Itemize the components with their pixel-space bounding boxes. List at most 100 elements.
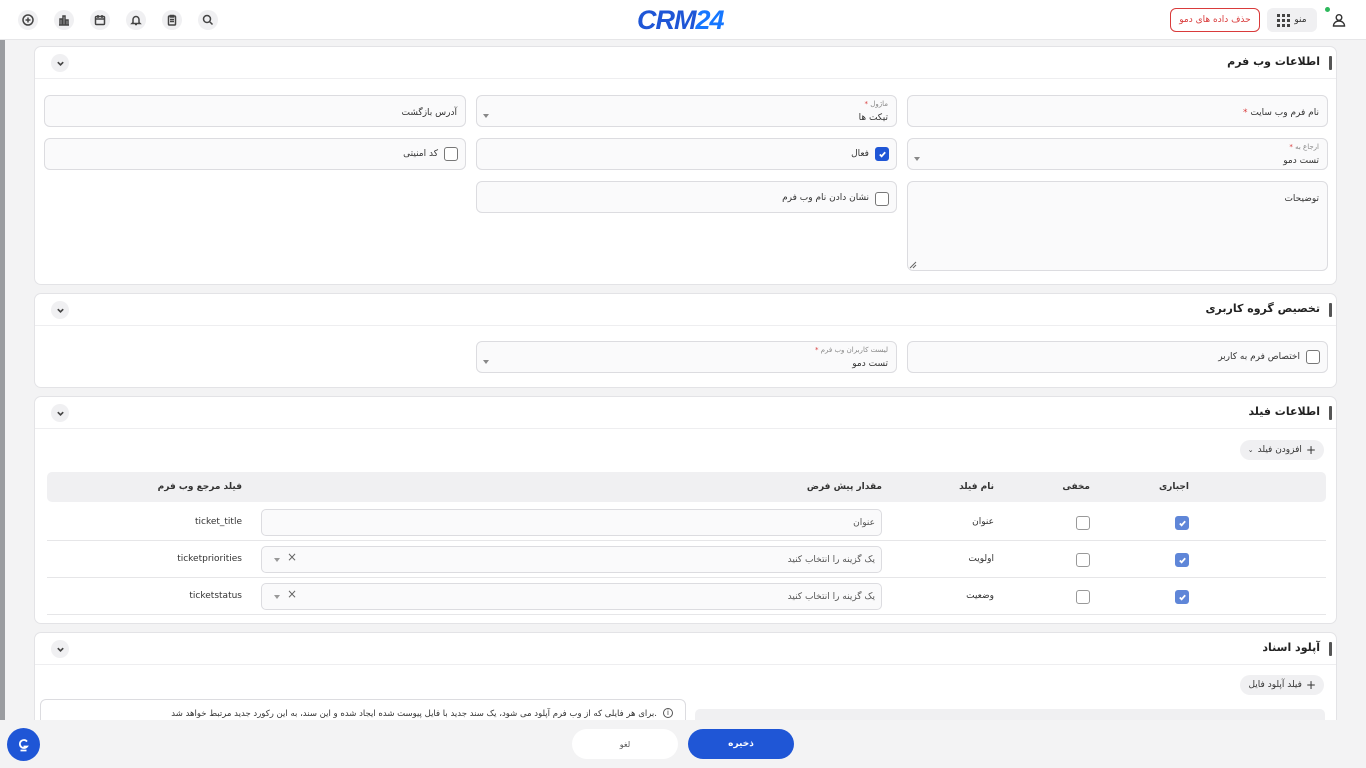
save-button[interactable]: ذخیره: [688, 729, 794, 759]
table-row: اولویت یک گزینه را انتخاب کنید × ticketp…: [47, 541, 1326, 578]
grid-icon: [1277, 13, 1291, 27]
chevron-down-icon: ⌄: [1247, 446, 1254, 454]
app-logo: CRM24: [637, 5, 725, 36]
caret-down-icon: [274, 595, 280, 599]
assign-form-label: اختصاص فرم به کاربر: [1218, 352, 1300, 362]
chevron-down-icon[interactable]: [51, 640, 69, 658]
chevron-down-icon[interactable]: [51, 404, 69, 422]
default-value-text: یک گزینه را انتخاب کنید: [787, 592, 875, 602]
caret-down-icon: [274, 558, 280, 562]
table-row: عنوان عنوان ticket_title: [47, 504, 1326, 541]
users-list-label: * لیست کاربران وب فرم: [814, 346, 888, 354]
active-checkbox[interactable]: [875, 147, 889, 161]
default-value-text: یک گزینه را انتخاب کنید: [787, 555, 875, 565]
assign-to-value: تست دمو: [1283, 156, 1319, 166]
active-field: فعال: [476, 138, 897, 170]
add-upload-field-button[interactable]: فیلد آپلود فایل +: [1240, 675, 1324, 695]
table-row: وضعیت یک گزینه را انتخاب کنید × ticketst…: [47, 578, 1326, 615]
chat-logo-icon: [18, 738, 29, 751]
required-checkbox[interactable]: [1175, 516, 1189, 530]
webform-info-header: اطلاعات وب فرم: [35, 47, 1336, 79]
plus-icon: +: [1305, 678, 1316, 692]
col-default-value: مقدار پیش فرض: [806, 482, 882, 492]
users-list-label-text: لیست کاربران وب فرم: [820, 346, 888, 354]
description-label: توضیحات: [1284, 194, 1319, 204]
chevron-down-icon[interactable]: [51, 54, 69, 72]
add-icon[interactable]: [18, 10, 38, 30]
hidden-checkbox[interactable]: [1076, 516, 1090, 530]
hidden-checkbox[interactable]: [1076, 590, 1090, 604]
assign-form-field: اختصاص فرم به کاربر: [907, 341, 1328, 373]
user-icon[interactable]: [1328, 10, 1350, 30]
bell-icon[interactable]: [126, 10, 146, 30]
chevron-down-icon[interactable]: [51, 301, 69, 319]
reference-field: ticketpriorities: [177, 554, 242, 564]
assign-to-label: * ارجاع به: [1289, 143, 1319, 151]
section-title: آپلود اسناد: [1262, 641, 1332, 656]
clear-icon[interactable]: ×: [287, 587, 297, 601]
field-name: عنوان: [972, 517, 994, 527]
default-value-input[interactable]: عنوان: [261, 509, 882, 536]
field-info-card: اطلاعات فیلد ⌄ افزودن فیلد + اجباری مخفی…: [34, 396, 1337, 624]
default-value-select[interactable]: یک گزینه را انتخاب کنید ×: [261, 583, 882, 610]
section-title: اطلاعات فیلد: [1248, 405, 1332, 420]
default-value-select[interactable]: یک گزینه را انتخاب کنید ×: [261, 546, 882, 573]
upload-field-label: فیلد آپلود فایل: [1248, 680, 1302, 690]
site-form-name-label-text: نام فرم وب سایت: [1250, 108, 1319, 118]
menu-button[interactable]: منو: [1267, 8, 1317, 32]
chart-icon[interactable]: [54, 10, 74, 30]
show-name-label: نشان دادن نام وب فرم: [782, 193, 869, 203]
add-field-label: افزودن فیلد: [1257, 445, 1302, 455]
show-name-field: نشان دادن نام وب فرم: [476, 181, 897, 213]
clipboard-icon[interactable]: [162, 10, 182, 30]
assign-to-select[interactable]: * ارجاع به تست دمو: [907, 138, 1328, 170]
section-title: تخصیص گروه کاربری: [1205, 302, 1332, 317]
plus-icon: +: [1305, 443, 1316, 457]
assign-to-label-text: ارجاع به: [1295, 143, 1319, 151]
user-group-header: تخصیص گروه کاربری: [35, 294, 1336, 326]
chat-support-button[interactable]: [7, 728, 40, 761]
module-label: * ماژول: [864, 100, 888, 108]
user-group-card: تخصیص گروه کاربری اختصاص فرم به کاربر * …: [34, 293, 1337, 388]
search-icon[interactable]: [198, 10, 218, 30]
col-hidden: مخفی: [1062, 482, 1090, 492]
required-checkbox[interactable]: [1175, 553, 1189, 567]
assign-form-checkbox[interactable]: [1306, 350, 1320, 364]
upload-info-text: برای هر فایلی که از وب فرم آپلود می شود،…: [171, 709, 657, 719]
scrollbar[interactable]: [0, 40, 5, 720]
site-form-name-field[interactable]: * نام فرم وب سایت: [907, 95, 1328, 127]
security-code-field: کد امنیتی: [44, 138, 466, 170]
users-list-select[interactable]: * لیست کاربران وب فرم تست دمو: [476, 341, 897, 373]
module-value: تیکت ها: [858, 113, 888, 123]
info-icon: i: [663, 708, 673, 718]
default-value-text: عنوان: [853, 518, 875, 528]
required-checkbox[interactable]: [1175, 590, 1189, 604]
return-address-label: آدرس بازگشت: [401, 108, 457, 118]
security-code-checkbox[interactable]: [444, 147, 458, 161]
module-select[interactable]: * ماژول تیکت ها: [476, 95, 897, 127]
caret-down-icon: [914, 157, 920, 161]
caret-down-icon: [483, 114, 489, 118]
reference-field: ticketstatus: [189, 591, 242, 601]
field-name: وضعیت: [966, 591, 994, 601]
field-name: اولویت: [968, 554, 994, 564]
add-field-button[interactable]: ⌄ افزودن فیلد +: [1239, 440, 1324, 460]
module-label-text: ماژول: [870, 100, 888, 108]
active-label: فعال: [851, 149, 869, 159]
cancel-button[interactable]: لغو: [572, 729, 678, 759]
clear-icon[interactable]: ×: [287, 550, 297, 564]
delete-demo-data-button[interactable]: حذف داده های دمو: [1170, 8, 1260, 32]
show-name-checkbox[interactable]: [875, 192, 889, 206]
caret-down-icon: [483, 360, 489, 364]
col-required: اجباری: [1158, 482, 1189, 492]
return-address-field[interactable]: آدرس بازگشت: [44, 95, 466, 127]
calendar-icon[interactable]: [90, 10, 110, 30]
description-textarea[interactable]: توضیحات: [907, 181, 1328, 271]
upload-docs-header: آپلود اسناد: [35, 633, 1336, 665]
reference-field: ticket_title: [194, 517, 242, 527]
section-title: اطلاعات وب فرم: [1227, 55, 1332, 70]
menu-label: منو: [1294, 15, 1307, 25]
site-form-name-label: * نام فرم وب سایت: [1242, 108, 1319, 118]
resize-handle-icon[interactable]: [909, 261, 917, 269]
hidden-checkbox[interactable]: [1076, 553, 1090, 567]
